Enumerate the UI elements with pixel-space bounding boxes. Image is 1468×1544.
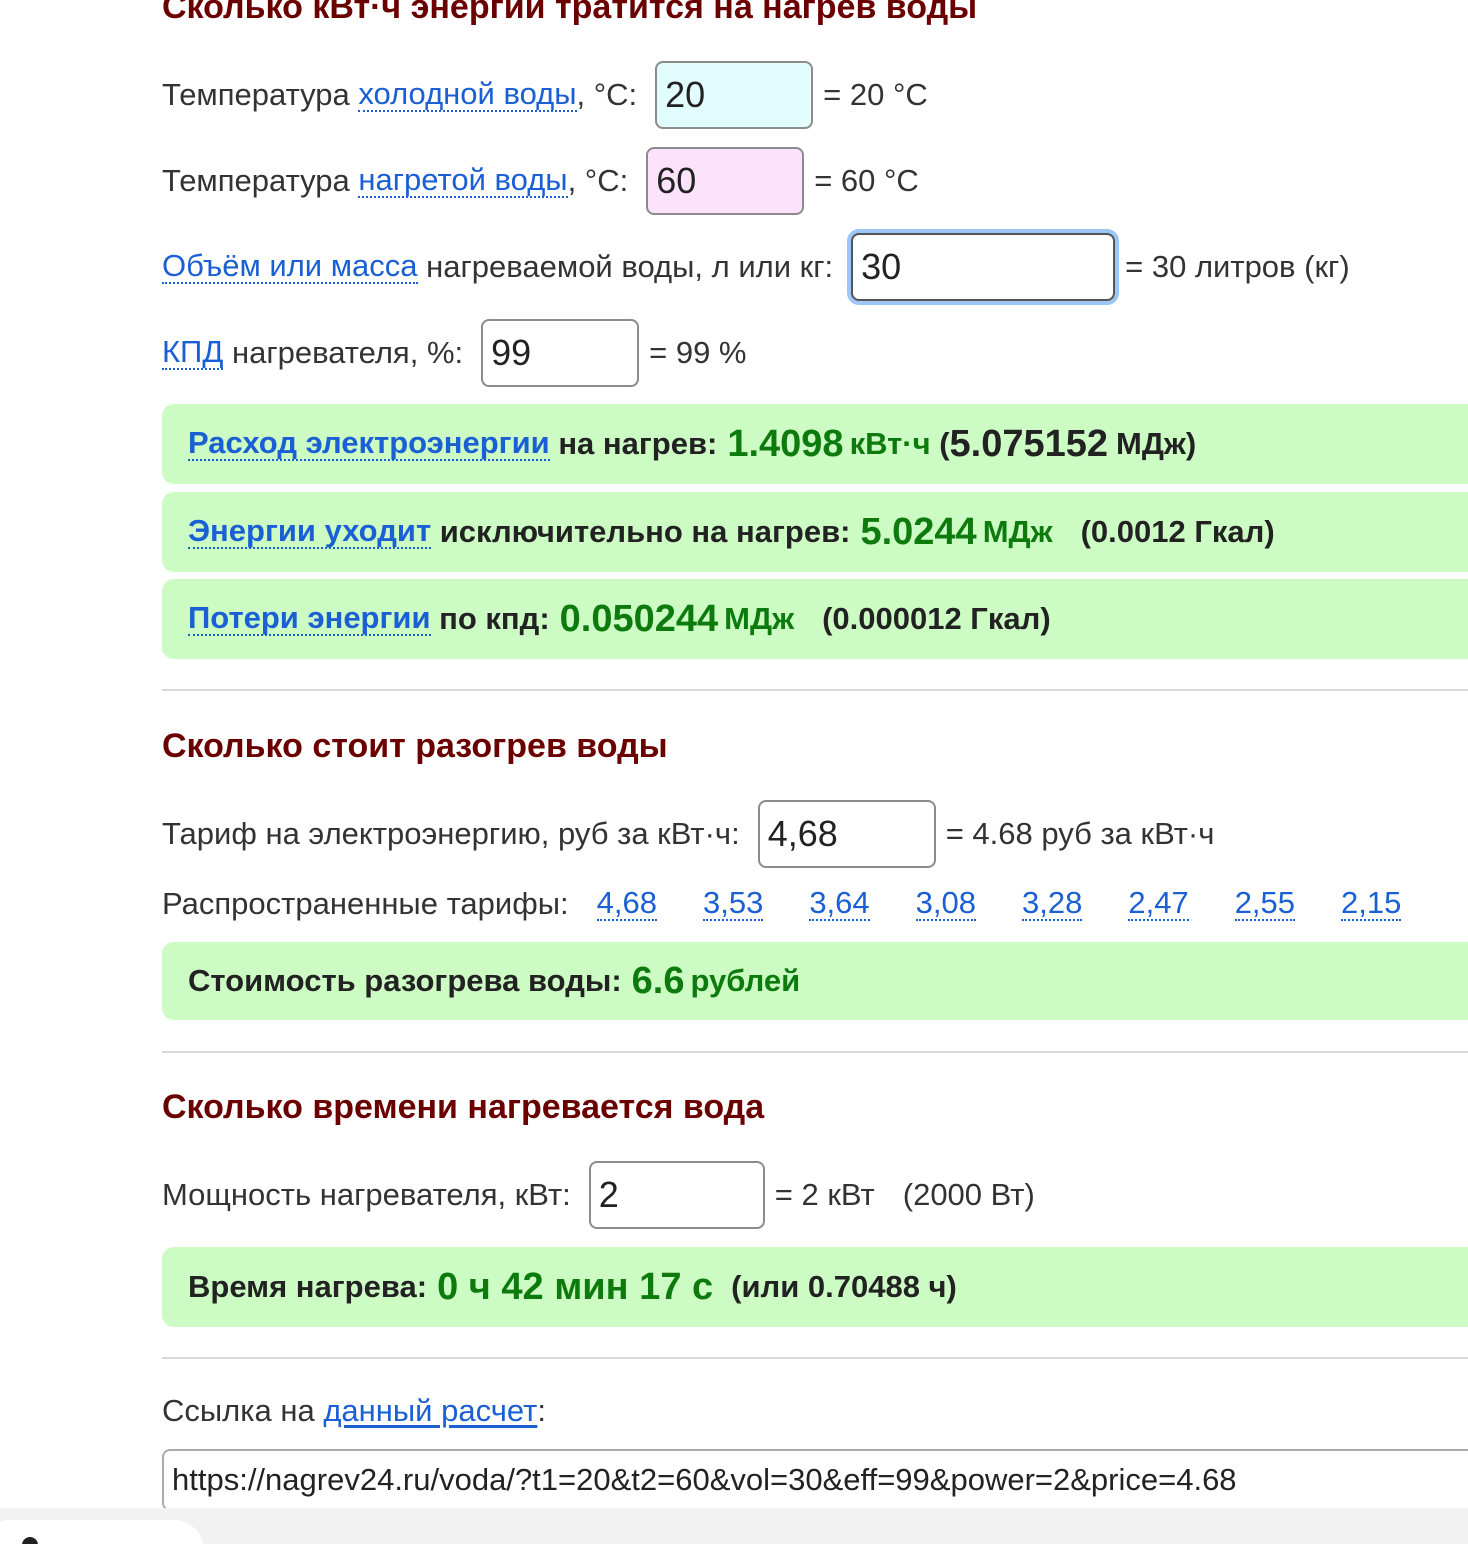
- divider: [162, 1051, 1468, 1053]
- power-label: Мощность нагревателя, кВт:: [162, 1177, 571, 1212]
- hot-water-link[interactable]: нагретой воды: [358, 163, 568, 199]
- cold-water-equals: = 20 °C: [823, 77, 928, 112]
- common-tariffs-label: Распространенные тарифы:: [162, 886, 569, 921]
- tariff-option[interactable]: 4,68: [596, 886, 657, 922]
- losses-result: Потери энергии по кпд: 0.050244 МДж (0.0…: [162, 579, 1468, 659]
- tariff-option[interactable]: 3,64: [809, 886, 870, 922]
- time-section-title: Сколько времени нагревается вода: [162, 1088, 765, 1126]
- cold-water-prefix: Температура: [162, 77, 359, 112]
- volume-input[interactable]: [851, 233, 1116, 301]
- volume-suffix: нагреваемой воды, л или кг:: [417, 249, 834, 284]
- cold-water-row: Температура холодной воды , °C: = 20 °C: [162, 61, 928, 129]
- useful-energy-text: исключительно на нагрев:: [431, 514, 851, 549]
- cost-result-unit: рублей: [690, 963, 801, 998]
- common-tariffs-row: Распространенные тарифы: 4,68 3,53 3,64 …: [162, 886, 1447, 922]
- losses-extra: (0.000012 Гкал): [822, 601, 1051, 636]
- cost-result: Стоимость разогрева воды: 6.6 рублей: [162, 942, 1468, 1020]
- consumption-close: ): [1185, 426, 1197, 461]
- losses-link[interactable]: Потери энергии: [188, 601, 431, 637]
- share-link-suffix: :: [537, 1393, 546, 1428]
- share-link-row: Ссылка на данный расчет :: [162, 1393, 546, 1429]
- useful-energy-link[interactable]: Энергии уходит: [188, 514, 432, 550]
- volume-link[interactable]: Объём или масса: [162, 249, 418, 285]
- hot-water-input[interactable]: [646, 147, 805, 215]
- hot-water-equals: = 60 °C: [814, 163, 919, 198]
- efficiency-row: КПД нагревателя, %: = 99 %: [162, 319, 747, 387]
- browser-bottom-bar: [0, 1508, 1468, 1544]
- share-link[interactable]: данный расчет: [323, 1393, 537, 1429]
- share-link-prefix: Ссылка на: [162, 1393, 324, 1428]
- tariff-label: Тариф на электроэнергию, руб за кВт·ч:: [162, 816, 740, 851]
- tariff-equals: = 4.68 руб за кВт·ч: [945, 816, 1215, 851]
- tariff-option[interactable]: 3,28: [1022, 886, 1083, 922]
- energy-section-title: Сколько кВт·ч энергии тратится на нагрев…: [162, 0, 978, 26]
- common-tariffs-list: 4,68 3,53 3,64 3,08 3,28 2,47 2,55 2,15: [596, 886, 1448, 922]
- consumption-link[interactable]: Расход электроэнергии: [188, 426, 550, 462]
- cold-water-suffix: , °C:: [576, 77, 638, 112]
- useful-energy-value: 5.0244: [860, 510, 977, 553]
- divider: [162, 1357, 1468, 1359]
- tariff-option[interactable]: 3,53: [702, 886, 764, 922]
- hot-water-prefix: Температура: [162, 163, 359, 198]
- volume-equals: = 30 литров (кг): [1125, 249, 1350, 284]
- tariff-input[interactable]: [757, 800, 936, 868]
- consumption-alt-unit: МДж: [1116, 426, 1186, 461]
- tariff-option[interactable]: 2,55: [1234, 886, 1296, 922]
- consumption-alt-value: 5.075152: [949, 422, 1109, 465]
- cold-water-link[interactable]: холодной воды: [358, 77, 577, 113]
- hot-water-row: Температура нагретой воды , °C: = 60 °C: [162, 147, 919, 215]
- time-result-value: 0 ч 42 мин 17 с: [437, 1265, 714, 1308]
- time-result-label: Время нагрева:: [188, 1269, 428, 1304]
- cost-section-title: Сколько стоит разогрев воды: [162, 727, 668, 765]
- losses-unit: МДж: [724, 601, 795, 636]
- tariff-row: Тариф на электроэнергию, руб за кВт·ч: =…: [162, 800, 1214, 868]
- tariff-option[interactable]: 3,08: [915, 886, 976, 922]
- useful-energy-result: Энергии уходит исключительно на нагрев: …: [162, 492, 1468, 572]
- cost-result-label: Стоимость разогрева воды:: [188, 963, 622, 998]
- hot-water-suffix: , °C:: [567, 163, 629, 198]
- power-row: Мощность нагревателя, кВт: = 2 кВт (2000…: [162, 1161, 1035, 1229]
- share-url-field[interactable]: https://nagrev24.ru/voda/?t1=20&t2=60&vo…: [162, 1449, 1468, 1511]
- page: Сколько кВт·ч энергии тратится на нагрев…: [0, 0, 1468, 1544]
- tariff-option[interactable]: 2,15: [1341, 886, 1402, 922]
- power-equals: = 2 кВт: [774, 1177, 875, 1212]
- useful-energy-unit: МДж: [982, 514, 1053, 549]
- cost-result-value: 6.6: [631, 959, 685, 1002]
- consumption-result: Расход электроэнергии на нагрев: 1.4098 …: [162, 404, 1468, 484]
- consumption-unit: кВт·ч: [849, 426, 931, 461]
- efficiency-suffix: нагревателя, %:: [223, 335, 464, 370]
- cold-water-input[interactable]: [655, 61, 814, 129]
- efficiency-input[interactable]: [481, 319, 640, 387]
- efficiency-link[interactable]: КПД: [162, 335, 224, 371]
- losses-value: 0.050244: [559, 597, 719, 640]
- divider: [162, 689, 1468, 691]
- power-extra: (2000 Вт): [902, 1177, 1035, 1212]
- time-result-extra: (или 0.70488 ч): [731, 1269, 957, 1304]
- power-input[interactable]: [588, 1161, 765, 1229]
- useful-energy-extra: (0.0012 Гкал): [1080, 514, 1275, 549]
- volume-row: Объём или масса нагреваемой воды, л или …: [162, 233, 1350, 301]
- consumption-open: (: [930, 426, 950, 461]
- consumption-value: 1.4098: [727, 422, 844, 465]
- losses-text: по кпд:: [430, 601, 550, 636]
- tariff-option[interactable]: 2,47: [1128, 886, 1189, 922]
- consumption-text: на нагрев:: [549, 426, 718, 461]
- efficiency-equals: = 99 %: [649, 335, 747, 370]
- time-result: Время нагрева: 0 ч 42 мин 17 с (или 0.70…: [162, 1247, 1468, 1327]
